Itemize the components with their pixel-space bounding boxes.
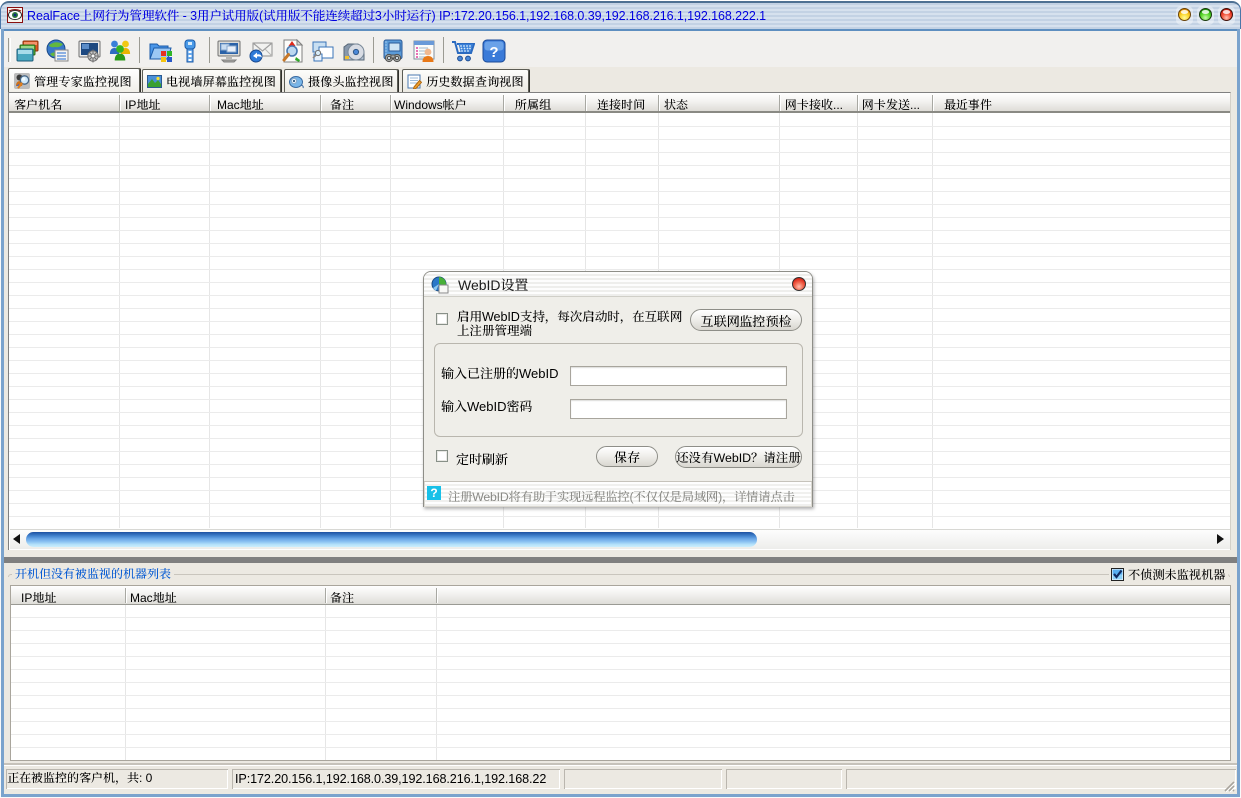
svg-text:?: ? (489, 44, 498, 61)
